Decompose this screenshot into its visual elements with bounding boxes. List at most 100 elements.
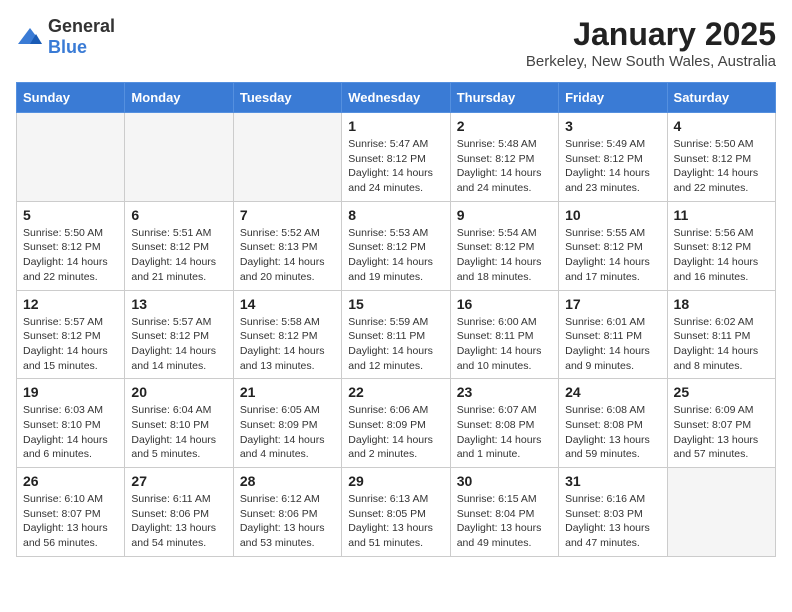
day-number: 9 — [457, 207, 552, 223]
header-saturday: Saturday — [667, 83, 775, 113]
calendar-week-row: 26Sunrise: 6:10 AM Sunset: 8:07 PM Dayli… — [17, 468, 776, 557]
header-sunday: Sunday — [17, 83, 125, 113]
calendar-week-row: 12 Sunrise: 5:57 AM Sunset: 8:12 PM Dayli… — [17, 290, 776, 379]
table-row: 5 Sunrise: 5:50 AM Sunset: 8:12 PM Daylig… — [17, 201, 125, 290]
table-row: 19Sunrise: 6:03 AM Sunset: 8:10 PM Dayli… — [17, 379, 125, 468]
day-number: 4 — [674, 118, 769, 134]
table-row: 21 Sunrise: 6:05 AM Sunset: 8:09 PM Dayli… — [233, 379, 341, 468]
calendar-week-row: 19Sunrise: 6:03 AM Sunset: 8:10 PM Dayli… — [17, 379, 776, 468]
day-number: 22 — [348, 384, 443, 400]
day-number: 8 — [348, 207, 443, 223]
calendar-week-row: 5 Sunrise: 5:50 AM Sunset: 8:12 PM Daylig… — [17, 201, 776, 290]
day-number: 13 — [131, 296, 226, 312]
day-number: 31 — [565, 473, 660, 489]
day-number: 10 — [565, 207, 660, 223]
header-monday: Monday — [125, 83, 233, 113]
day-info: Sunrise: 6:13 AM Sunset: 8:05 PM Dayligh… — [348, 492, 443, 551]
calendar-header-row: Sunday Monday Tuesday Wednesday Thursday… — [17, 83, 776, 113]
day-info: Sunrise: 6:10 AM Sunset: 8:07 PM Dayligh… — [23, 492, 118, 551]
day-number: 25 — [674, 384, 769, 400]
table-row: 6Sunrise: 5:51 AM Sunset: 8:12 PM Daylig… — [125, 201, 233, 290]
header-thursday: Thursday — [450, 83, 558, 113]
day-info: Sunrise: 5:49 AM Sunset: 8:12 PM Dayligh… — [565, 137, 660, 196]
day-number: 23 — [457, 384, 552, 400]
title-block: January 2025 Berkeley, New South Wales, … — [526, 16, 776, 70]
table-row: 31 Sunrise: 6:16 AM Sunset: 8:03 PM Dayli… — [559, 468, 667, 557]
table-row: 1 Sunrise: 5:47 AM Sunset: 8:12 PM Daylig… — [342, 113, 450, 202]
day-info: Sunrise: 5:59 AM Sunset: 8:11 PM Dayligh… — [348, 315, 443, 374]
day-info: Sunrise: 6:12 AM Sunset: 8:06 PM Dayligh… — [240, 492, 335, 551]
day-info: Sunrise: 6:09 AM Sunset: 8:07 PM Dayligh… — [674, 403, 769, 462]
day-number: 14 — [240, 296, 335, 312]
day-number: 21 — [240, 384, 335, 400]
day-info: Sunrise: 6:02 AM Sunset: 8:11 PM Dayligh… — [674, 315, 769, 374]
table-row — [667, 468, 775, 557]
day-info: Sunrise: 5:58 AM Sunset: 8:12 PM Dayligh… — [240, 315, 335, 374]
day-info: Sunrise: 5:57 AM Sunset: 8:12 PM Dayligh… — [23, 315, 118, 374]
day-number: 2 — [457, 118, 552, 134]
table-row: 14 Sunrise: 5:58 AM Sunset: 8:12 PM Dayli… — [233, 290, 341, 379]
table-row: 27 Sunrise: 6:11 AM Sunset: 8:06 PM Dayli… — [125, 468, 233, 557]
day-info: Sunrise: 6:07 AM Sunset: 8:08 PM Dayligh… — [457, 403, 552, 462]
table-row — [125, 113, 233, 202]
logo-blue: Blue — [48, 37, 87, 57]
table-row: 30Sunrise: 6:15 AM Sunset: 8:04 PM Dayli… — [450, 468, 558, 557]
day-info: Sunrise: 6:01 AM Sunset: 8:11 PM Dayligh… — [565, 315, 660, 374]
table-row — [233, 113, 341, 202]
table-row: 29 Sunrise: 6:13 AM Sunset: 8:05 PM Dayli… — [342, 468, 450, 557]
day-number: 24 — [565, 384, 660, 400]
day-info: Sunrise: 6:03 AM Sunset: 8:10 PM Dayligh… — [23, 403, 118, 462]
header-tuesday: Tuesday — [233, 83, 341, 113]
day-info: Sunrise: 5:53 AM Sunset: 8:12 PM Dayligh… — [348, 226, 443, 285]
table-row: 2 Sunrise: 5:48 AM Sunset: 8:12 PM Daylig… — [450, 113, 558, 202]
day-number: 29 — [348, 473, 443, 489]
day-info: Sunrise: 5:54 AM Sunset: 8:12 PM Dayligh… — [457, 226, 552, 285]
day-info: Sunrise: 6:00 AM Sunset: 8:11 PM Dayligh… — [457, 315, 552, 374]
day-number: 20 — [131, 384, 226, 400]
table-row: 12 Sunrise: 5:57 AM Sunset: 8:12 PM Dayli… — [17, 290, 125, 379]
day-number: 1 — [348, 118, 443, 134]
table-row: 11 Sunrise: 5:56 AM Sunset: 8:12 PM Dayli… — [667, 201, 775, 290]
day-info: Sunrise: 6:04 AM Sunset: 8:10 PM Dayligh… — [131, 403, 226, 462]
calendar-table: Sunday Monday Tuesday Wednesday Thursday… — [16, 82, 776, 557]
logo-general: General — [48, 16, 115, 36]
table-row: 18 Sunrise: 6:02 AM Sunset: 8:11 PM Dayli… — [667, 290, 775, 379]
table-row: 7Sunrise: 5:52 AM Sunset: 8:13 PM Daylig… — [233, 201, 341, 290]
table-row: 23 Sunrise: 6:07 AM Sunset: 8:08 PM Dayli… — [450, 379, 558, 468]
day-info: Sunrise: 6:05 AM Sunset: 8:09 PM Dayligh… — [240, 403, 335, 462]
table-row: 17 Sunrise: 6:01 AM Sunset: 8:11 PM Dayli… — [559, 290, 667, 379]
table-row: 25 Sunrise: 6:09 AM Sunset: 8:07 PM Dayli… — [667, 379, 775, 468]
location-title: Berkeley, New South Wales, Australia — [526, 53, 776, 70]
page-header: General Blue January 2025 Berkeley, New … — [16, 16, 776, 70]
day-info: Sunrise: 6:16 AM Sunset: 8:03 PM Dayligh… — [565, 492, 660, 551]
day-info: Sunrise: 5:47 AM Sunset: 8:12 PM Dayligh… — [348, 137, 443, 196]
table-row: 8 Sunrise: 5:53 AM Sunset: 8:12 PM Daylig… — [342, 201, 450, 290]
table-row — [17, 113, 125, 202]
day-info: Sunrise: 6:08 AM Sunset: 8:08 PM Dayligh… — [565, 403, 660, 462]
month-title: January 2025 — [526, 16, 776, 53]
day-info: Sunrise: 6:06 AM Sunset: 8:09 PM Dayligh… — [348, 403, 443, 462]
day-info: Sunrise: 5:51 AM Sunset: 8:12 PM Dayligh… — [131, 226, 226, 285]
day-info: Sunrise: 5:50 AM Sunset: 8:12 PM Dayligh… — [23, 226, 118, 285]
table-row: 10Sunrise: 5:55 AM Sunset: 8:12 PM Dayli… — [559, 201, 667, 290]
table-row: 28Sunrise: 6:12 AM Sunset: 8:06 PM Dayli… — [233, 468, 341, 557]
table-row: 20 Sunrise: 6:04 AM Sunset: 8:10 PM Dayli… — [125, 379, 233, 468]
day-info: Sunrise: 5:56 AM Sunset: 8:12 PM Dayligh… — [674, 226, 769, 285]
day-number: 11 — [674, 207, 769, 223]
day-info: Sunrise: 6:11 AM Sunset: 8:06 PM Dayligh… — [131, 492, 226, 551]
day-info: Sunrise: 5:52 AM Sunset: 8:13 PM Dayligh… — [240, 226, 335, 285]
logo: General Blue — [16, 16, 115, 58]
calendar-week-row: 1 Sunrise: 5:47 AM Sunset: 8:12 PM Daylig… — [17, 113, 776, 202]
day-number: 15 — [348, 296, 443, 312]
day-number: 18 — [674, 296, 769, 312]
table-row: 13Sunrise: 5:57 AM Sunset: 8:12 PM Dayli… — [125, 290, 233, 379]
day-number: 17 — [565, 296, 660, 312]
logo-icon — [16, 26, 44, 48]
day-number: 27 — [131, 473, 226, 489]
day-number: 16 — [457, 296, 552, 312]
day-number: 12 — [23, 296, 118, 312]
day-number: 5 — [23, 207, 118, 223]
table-row: 26Sunrise: 6:10 AM Sunset: 8:07 PM Dayli… — [17, 468, 125, 557]
day-info: Sunrise: 5:48 AM Sunset: 8:12 PM Dayligh… — [457, 137, 552, 196]
table-row: 4Sunrise: 5:50 AM Sunset: 8:12 PM Daylig… — [667, 113, 775, 202]
